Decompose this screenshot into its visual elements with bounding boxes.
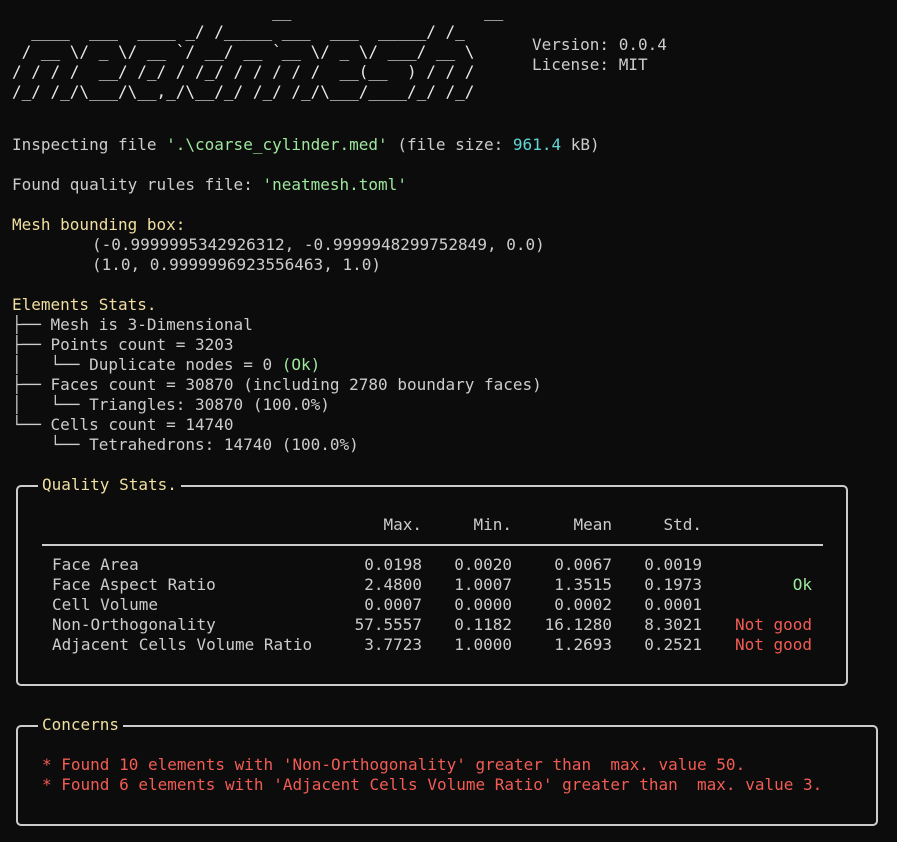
concerns-panel-title: Concerns	[38, 715, 124, 735]
tree-item-text: Mesh is 3-Dimensional	[50, 315, 253, 334]
tree-item: └── Cells count = 14740	[12, 415, 234, 435]
metric-min: 1.0000	[454, 635, 512, 654]
column-header-std: Std.	[663, 515, 702, 534]
metric-mean: 16.1280	[544, 615, 612, 634]
ascii-logo-line: / / / / __/ /_/ / /_/ / / / / / __(__ ) …	[12, 62, 475, 81]
metric-mean: 1.3515	[554, 575, 612, 594]
tree-item-text: Points count = 3203	[50, 335, 234, 354]
inspect-size-prefix: (file size:	[387, 135, 513, 154]
version-line: Version: 0.0.4	[532, 35, 667, 55]
license-value: MIT	[618, 55, 648, 74]
metric-std: 0.0001	[644, 595, 702, 614]
bbox-min: (-0.9999995342926312, -0.999994829975284…	[92, 235, 545, 254]
bbox-max: (1.0, 0.9999996923556463, 1.0)	[92, 255, 381, 274]
tree-item: └── Tetrahedrons: 14740 (100.0%)	[12, 435, 359, 455]
metric-status	[712, 595, 812, 615]
version-value: 0.0.4	[618, 35, 667, 54]
metric-name: Face Area	[52, 555, 139, 574]
table-divider	[42, 544, 823, 546]
column-header-mean: Mean	[573, 515, 612, 534]
metric-std: 0.1973	[644, 575, 702, 594]
tree-branch: └──	[12, 435, 90, 454]
inspect-size-value: 961.4	[512, 135, 562, 154]
concern-item: * Found 10 elements with 'Non-Orthogonal…	[42, 755, 746, 774]
tree-branch: ├──	[12, 375, 51, 394]
license-line: License: MIT	[532, 55, 648, 75]
metric-status: Not good	[734, 615, 812, 634]
metric-name: Cell Volume	[52, 595, 158, 614]
tree-branch: └──	[12, 415, 51, 434]
metric-max: 0.0198	[364, 555, 422, 574]
metric-max: 3.7723	[364, 635, 422, 654]
version-label: Version:	[532, 35, 610, 54]
ascii-logo-line: __ __	[12, 2, 504, 21]
column-header-max: Max.	[383, 515, 422, 534]
tree-item: ├── Mesh is 3-Dimensional	[12, 315, 253, 335]
metric-min: 0.0000	[454, 595, 512, 614]
inspect-line: Inspecting file '.\coarse_cylinder.med' …	[12, 135, 600, 155]
metric-max: 2.4800	[364, 575, 422, 594]
metric-name: Adjacent Cells Volume Ratio	[52, 635, 313, 654]
metric-status: Ok	[792, 575, 812, 594]
inspect-size-unit: kB)	[561, 135, 600, 154]
rules-filename: 'neatmesh.toml'	[262, 175, 407, 194]
inspect-filename: '.\coarse_cylinder.med'	[166, 135, 388, 154]
license-label: License:	[532, 55, 610, 74]
rules-prefix: Found quality rules file:	[12, 175, 263, 194]
metric-max: 0.0007	[364, 595, 422, 614]
tree-item-text: Cells count = 14740	[50, 415, 234, 434]
tree-item-text: Faces count = 30870 (including 2780 boun…	[50, 375, 542, 394]
ascii-logo-line: /_/ /_/\___/\__,_/\__/_/ /_/ /_/\___/___…	[12, 82, 475, 101]
metric-max: 57.5557	[354, 615, 422, 634]
metric-mean: 0.0067	[554, 555, 612, 574]
metric-min: 0.1182	[454, 615, 512, 634]
tree-item-status: (Ok)	[281, 355, 321, 374]
ascii-logo-line: ____ ___ ____ _/ /_____ ___ ___ _____/ /…	[12, 22, 465, 41]
metric-mean: 1.2693	[554, 635, 612, 654]
elements-title: Elements Stats.	[12, 295, 157, 314]
rules-line: Found quality rules file: 'neatmesh.toml…	[12, 175, 407, 195]
metric-name: Face Aspect Ratio	[52, 575, 216, 594]
metric-std: 0.2521	[644, 635, 702, 654]
metric-name: Non-Orthogonality	[52, 615, 216, 634]
metric-status: Not good	[734, 635, 812, 654]
tree-branch: ├──	[12, 335, 51, 354]
tree-item-text: Duplicate nodes = 0	[89, 355, 282, 374]
bbox-title: Mesh bounding box:	[12, 215, 186, 234]
metric-min: 0.0020	[454, 555, 512, 574]
metric-std: 0.0019	[644, 555, 702, 574]
metric-min: 1.0007	[454, 575, 512, 594]
concern-item: * Found 6 elements with 'Adjacent Cells …	[42, 775, 823, 794]
inspect-prefix: Inspecting file	[12, 135, 167, 154]
quality-panel-title: Quality Stats.	[38, 475, 181, 495]
ascii-logo-line: / __ \/ _ \/ __ `/ __/ __ `__ \/ _ \/ __…	[12, 42, 475, 61]
tree-item: │ └── Duplicate nodes = 0 (Ok)	[12, 355, 320, 375]
metric-mean: 0.0002	[554, 595, 612, 614]
tree-branch: ├──	[12, 315, 51, 334]
tree-item: │ └── Triangles: 30870 (100.0%)	[12, 395, 330, 415]
tree-branch: │ └──	[12, 355, 90, 374]
column-header-min: Min.	[473, 515, 512, 534]
tree-item-text: Tetrahedrons: 14740 (100.0%)	[89, 435, 359, 454]
tree-item-text: Triangles: 30870 (100.0%)	[89, 395, 330, 414]
tree-item: ├── Faces count = 30870 (including 2780 …	[12, 375, 542, 395]
tree-branch: │ └──	[12, 395, 90, 414]
tree-item: ├── Points count = 3203	[12, 335, 234, 355]
metric-status	[712, 555, 812, 575]
metric-std: 8.3021	[644, 615, 702, 634]
